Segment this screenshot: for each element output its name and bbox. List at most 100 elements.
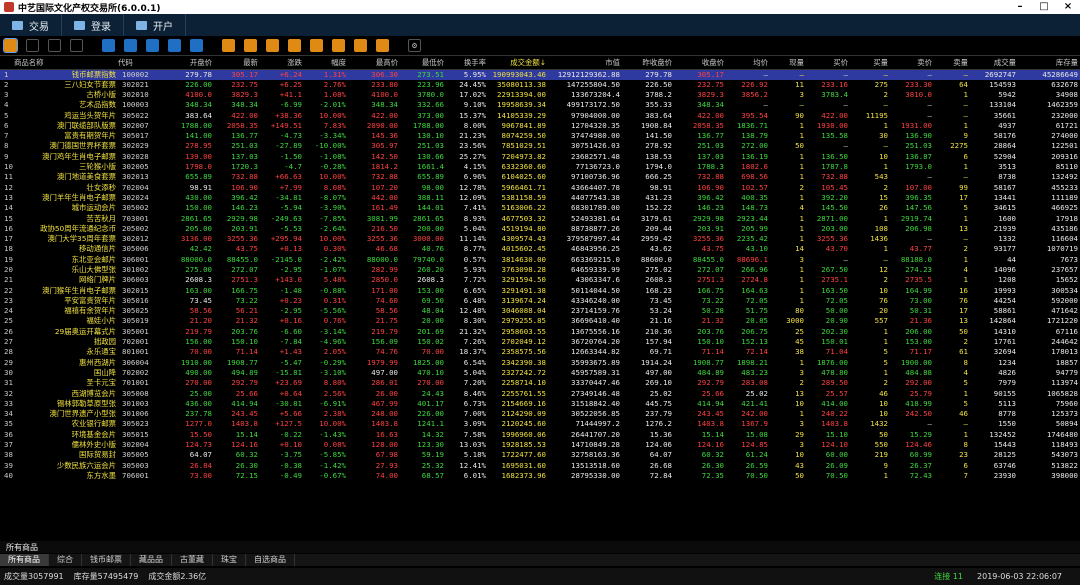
column-header[interactable]: 最新 xyxy=(214,57,260,70)
column-header[interactable]: 卖价 xyxy=(890,57,934,70)
column-header[interactable]: 买量 xyxy=(850,57,890,70)
category-tab[interactable]: 古董藏 xyxy=(172,554,213,566)
category-tab[interactable]: 综合 xyxy=(49,554,82,566)
table-row[interactable]: 19 东北亚会邮片 306001 88000.0 88455.0 -2145.0 -2.42… xyxy=(0,255,1080,265)
category-tab[interactable]: 钱币邮票 xyxy=(82,554,131,566)
column-header[interactable]: 成交金额↓ xyxy=(488,57,548,70)
tool-f3-icon[interactable] xyxy=(124,39,137,52)
kline-chart-icon[interactable] xyxy=(26,39,39,52)
tool-f5-icon[interactable] xyxy=(168,39,181,52)
table-row[interactable]: 21 网络门牌片 306003 2608.3 2751.3 +143.0 5.48% 2850… xyxy=(0,275,1080,285)
gear-icon[interactable]: ⚙ xyxy=(408,39,421,52)
menu-login[interactable]: 登录 xyxy=(62,14,124,36)
quote-list-icon[interactable] xyxy=(3,38,18,53)
tool-c7-icon[interactable] xyxy=(354,39,367,52)
column-header[interactable]: 现量 xyxy=(770,57,806,70)
category-tab[interactable]: 藏品品 xyxy=(131,554,172,566)
column-header[interactable]: 最低价 xyxy=(400,57,446,70)
tool-c4-icon[interactable] xyxy=(288,39,301,52)
cell-18: 26.37 xyxy=(909,460,932,470)
table-row[interactable]: 4 艺术品指数 100003 348.34 348.34 -6.99 -2.01% 348.3… xyxy=(0,100,1080,110)
filter-all-products[interactable]: 所有商品 xyxy=(6,542,38,553)
table-row[interactable]: 9 澳门鸡年生肖电子邮票 302028 139.00 137.03 -1.50 -1.08%… xyxy=(0,152,1080,162)
tool-c2-icon[interactable] xyxy=(244,39,257,52)
table-row[interactable]: 27 拙政园 702001 156.00 150.10 -7.84 -4.96% 156.09… xyxy=(0,337,1080,347)
table-row[interactable]: 36 环境基金会片 305015 15.50 15.14 -0.22 -1.43% 16.63… xyxy=(0,430,1080,440)
tool-c1-icon[interactable] xyxy=(222,39,235,52)
cell-21: 34908 xyxy=(1055,89,1078,99)
table-row[interactable]: 26 29届奥运开幕式片 305001 219.79 203.76 -6.60 -3.14%… xyxy=(0,327,1080,337)
tool-c8-icon[interactable] xyxy=(376,39,389,52)
column-header[interactable]: 换手率 xyxy=(446,57,488,70)
tool-c5-icon[interactable] xyxy=(310,39,323,52)
category-tab[interactable]: 珠宝 xyxy=(213,554,246,566)
menu-open-account[interactable]: 开户 xyxy=(124,14,186,36)
table-row[interactable]: 28 永乐通宝 801001 70.00 71.14 +1.43 2.05% 74.76 70.… xyxy=(0,347,1080,357)
table-row[interactable]: 32 西湖博览会片 305008 25.00 25.66 +0.64 2.56% 26.00 2… xyxy=(0,388,1080,398)
table-row[interactable]: 39 少数民族六运会片 305003 26.84 26.30 -0.38 -1.42% 27.… xyxy=(0,460,1080,470)
table-row[interactable]: 13 澳门羊年生肖电子邮票 302024 430.00 396.42 -34.81 -8.0… xyxy=(0,193,1080,203)
column-header[interactable]: 市值 xyxy=(548,57,622,70)
table-icon[interactable] xyxy=(70,39,83,52)
table-row[interactable]: 31 圣卡元宝 701001 270.00 292.79 +23.69 8.80% 286.0… xyxy=(0,378,1080,388)
table-row[interactable]: 30 国山降 702002 490.00 494.89 -15.81 -3.10% 497.0… xyxy=(0,368,1080,378)
table-row[interactable]: 29 惠州西湖片 306004 1910.00 1908.77 -5.47 -0.29% 19… xyxy=(0,358,1080,368)
table-row[interactable]: 24 福禧有余贺年片 305025 58.56 56.21 -2.95 -5.56% 58.5… xyxy=(0,306,1080,316)
table-row[interactable]: 14 城市运动会片 305002 150.00 146.23 -5.94 -3.90% 161… xyxy=(0,203,1080,213)
tick-chart-icon[interactable] xyxy=(48,39,61,52)
table-row[interactable]: 22 澳门猴年生肖电子邮票 302015 163.00 166.75 -1.48 -0.88… xyxy=(0,285,1080,295)
column-header[interactable]: 代码 xyxy=(118,57,160,70)
table-row[interactable]: 38 国际贸易封 305005 64.07 60.32 -3.75 -5.85% 67.98 5… xyxy=(0,450,1080,460)
table-row[interactable]: 2 三八妇女节套票 302021 226.00 232.75 +6.25 2.76% 233.… xyxy=(0,80,1080,90)
maximize-button[interactable]: □ xyxy=(1032,0,1056,14)
column-header[interactable]: 收盘价 xyxy=(674,57,726,70)
cell-1: 乐山大佛型张 xyxy=(71,264,116,274)
table-row[interactable]: 16 政协50周年流通纪念币 205002 205.00 203.91 -5.53 -2.6… xyxy=(0,224,1080,234)
cell-12: 98.91 xyxy=(649,182,672,192)
column-header[interactable] xyxy=(0,57,14,70)
table-row[interactable]: 7 富贵有期贺年片 305017 141.00 136.77 -4.73 -3.34% 145… xyxy=(0,131,1080,141)
table-row[interactable]: 1 钱币邮票指数 100002 279.78 305.17 +6.24 1.31% 306.3… xyxy=(0,69,1080,80)
table-row[interactable]: 12 壮女添秒 702004 98.91 106.90 +7.99 8.08% 107.20 9… xyxy=(0,182,1080,192)
table-row[interactable]: 10 三轮猴小版 302005 1798.0 1720.3 -4.7 -0.28% 1814.… xyxy=(0,162,1080,172)
column-header[interactable]: 开盘价 xyxy=(160,57,214,70)
table-row[interactable]: 37 儒林外史小版 302004 124.73 124.16 +0.10 0.08% 128.… xyxy=(0,440,1080,450)
table-row[interactable]: 17 澳门大学35周年套票 302012 3136.00 3255.36 +295.94 1… xyxy=(0,234,1080,244)
column-header[interactable]: 幅度 xyxy=(304,57,348,70)
column-header[interactable]: 库存量 xyxy=(1018,57,1080,70)
column-header[interactable]: 均价 xyxy=(726,57,770,70)
category-tab[interactable]: 所有商品 xyxy=(0,554,49,566)
column-header[interactable]: 商品名称 xyxy=(14,57,118,70)
tool-c6-icon[interactable] xyxy=(332,39,345,52)
menu-trade[interactable]: 交易 xyxy=(0,14,62,36)
table-row[interactable]: 40 东方水墨 706001 73.00 72.15 -0.49 -0.67% 74.00 68… xyxy=(0,471,1080,481)
tool-f4-icon[interactable] xyxy=(146,39,159,52)
column-header[interactable]: 最高价 xyxy=(348,57,400,70)
table-row[interactable]: 8 澳门德国世界杯套票 302029 278.95 251.03 -27.89 -10.00… xyxy=(0,141,1080,151)
column-header[interactable]: 卖量 xyxy=(934,57,970,70)
minimize-button[interactable]: – xyxy=(1008,0,1032,14)
column-header[interactable]: 买价 xyxy=(806,57,850,70)
table-row[interactable]: 3 古桥小版 302010 4100.0 3829.3 +41.1 1.08% 4100.0 3… xyxy=(0,90,1080,100)
cell-8: 273.51 xyxy=(400,69,446,80)
table-row[interactable]: 5 鸡运当头贺年片 305022 383.64 422.00 +38.36 10.00% 42… xyxy=(0,110,1080,120)
category-tab[interactable]: 自选商品 xyxy=(246,554,295,566)
column-header[interactable]: 成交量 xyxy=(970,57,1018,70)
tool-f2-icon[interactable] xyxy=(102,39,115,52)
tool-c3-icon[interactable] xyxy=(266,39,279,52)
table-row[interactable]: 15 苦苦秋月 703001 2861.65 2929.98 -249.63 -7.85% 3… xyxy=(0,213,1080,223)
table-row[interactable]: 35 农业银行邮票 305023 1277.0 1403.8 +127.5 10.00% 14… xyxy=(0,419,1080,429)
table-row[interactable]: 23 平安富贵贺年片 305016 73.45 73.22 +0.23 0.31% 74.60… xyxy=(0,296,1080,306)
table-row[interactable]: 6 澳门联缆部队版票 302007 1788.00 2058.35 +149.51 7.83… xyxy=(0,121,1080,131)
column-header[interactable]: 涨跌 xyxy=(260,57,304,70)
cell-16: 163.50 xyxy=(821,285,848,295)
table-row[interactable]: 11 澳门地道美食套票 302013 655.89 732.88 +66.63 10.00%… xyxy=(0,172,1080,182)
column-header[interactable]: 昨收盘价 xyxy=(622,57,674,70)
table-row[interactable]: 25 福娃小片 305019 21.20 21.32 +0.16 0.76% 21.75 20.… xyxy=(0,316,1080,326)
close-button[interactable]: × xyxy=(1056,0,1080,14)
table-row[interactable]: 20 乐山大佛型张 301002 275.00 272.07 -2.95 -1.07% 282… xyxy=(0,265,1080,275)
table-row[interactable]: 34 澳门世界遗产小型张 301006 237.78 243.45 +5.66 2.38% 2… xyxy=(0,409,1080,419)
tool-f6-icon[interactable] xyxy=(190,39,203,52)
table-row[interactable]: 18 移动通信片 305006 42.42 43.75 +0.13 0.30% 46.68 40… xyxy=(0,244,1080,254)
table-row[interactable]: 33 锡林郭勒草原型张 301003 436.00 414.94 -30.81 -6.91%… xyxy=(0,399,1080,409)
